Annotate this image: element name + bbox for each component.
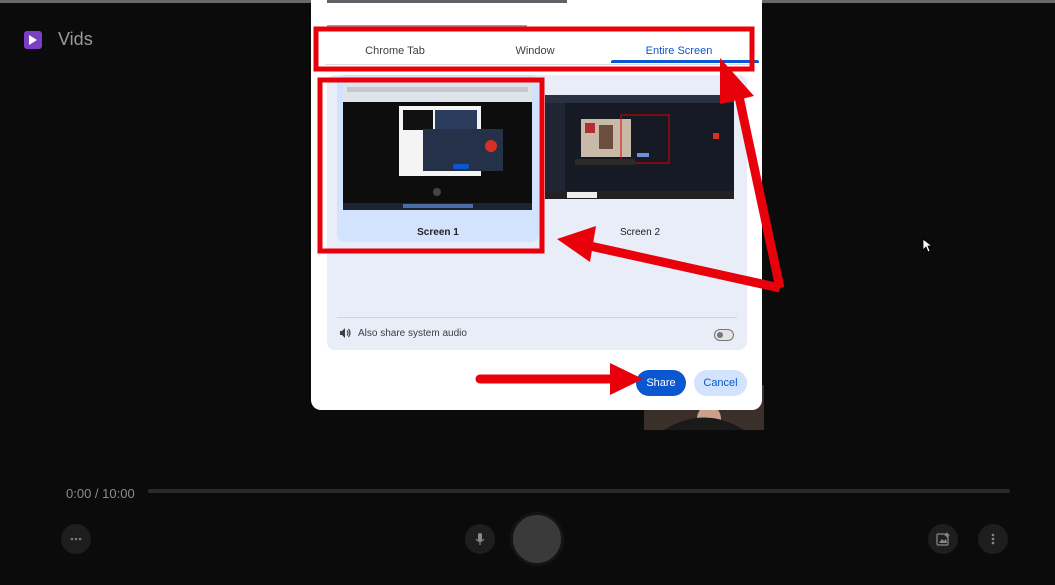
dialog-subtitle-clipped xyxy=(327,20,527,34)
system-audio-label: Also share system audio xyxy=(358,328,467,339)
screen-1-label: Screen 1 xyxy=(417,227,459,238)
screen-2-label: Screen 2 xyxy=(619,227,661,238)
tab-entire-screen[interactable]: Entire Screen xyxy=(609,45,749,57)
screen-picker-panel: Screen 1 Screen 2 Also share system audi… xyxy=(327,75,747,350)
record-button[interactable] xyxy=(510,512,564,566)
cancel-button[interactable]: Cancel xyxy=(694,370,747,396)
system-audio-toggle[interactable] xyxy=(714,329,734,341)
audio-divider xyxy=(337,317,737,318)
tab-window[interactable]: Window xyxy=(465,45,605,57)
mouse-cursor-icon xyxy=(922,238,934,253)
more-options-left-button[interactable] xyxy=(61,524,91,554)
dialog-title-clipped xyxy=(327,0,567,8)
more-vertical-icon xyxy=(991,533,995,545)
play-icon xyxy=(29,35,37,45)
vids-logo xyxy=(24,31,42,49)
timeline-track[interactable] xyxy=(148,489,1010,493)
microphone-icon xyxy=(475,533,485,545)
speaker-icon xyxy=(340,328,351,338)
share-screen-dialog: Chrome Tab Window Entire Screen Screen 1… xyxy=(311,0,762,410)
active-tab-indicator xyxy=(611,60,759,63)
image-effects-icon xyxy=(936,532,950,546)
screen-2-thumbnail xyxy=(545,95,734,199)
system-audio-row: Also share system audio xyxy=(339,325,739,345)
more-horizontal-icon xyxy=(70,537,82,541)
source-tabs: Chrome Tab Window Entire Screen xyxy=(325,40,759,65)
app-title: Vids xyxy=(58,29,93,49)
playback-time: 0:00 / 10:00 xyxy=(66,486,135,501)
more-options-right-button[interactable] xyxy=(978,524,1008,554)
screen-1-thumbnail xyxy=(343,84,532,210)
share-button[interactable]: Share xyxy=(636,370,686,396)
screen-2-tile[interactable]: Screen 2 xyxy=(539,75,741,242)
microphone-button[interactable] xyxy=(465,524,495,554)
toggle-knob xyxy=(717,332,723,338)
screen-1-tile[interactable]: Screen 1 xyxy=(337,75,539,242)
background-effects-button[interactable] xyxy=(928,524,958,554)
tab-chrome-tab[interactable]: Chrome Tab xyxy=(325,45,465,57)
